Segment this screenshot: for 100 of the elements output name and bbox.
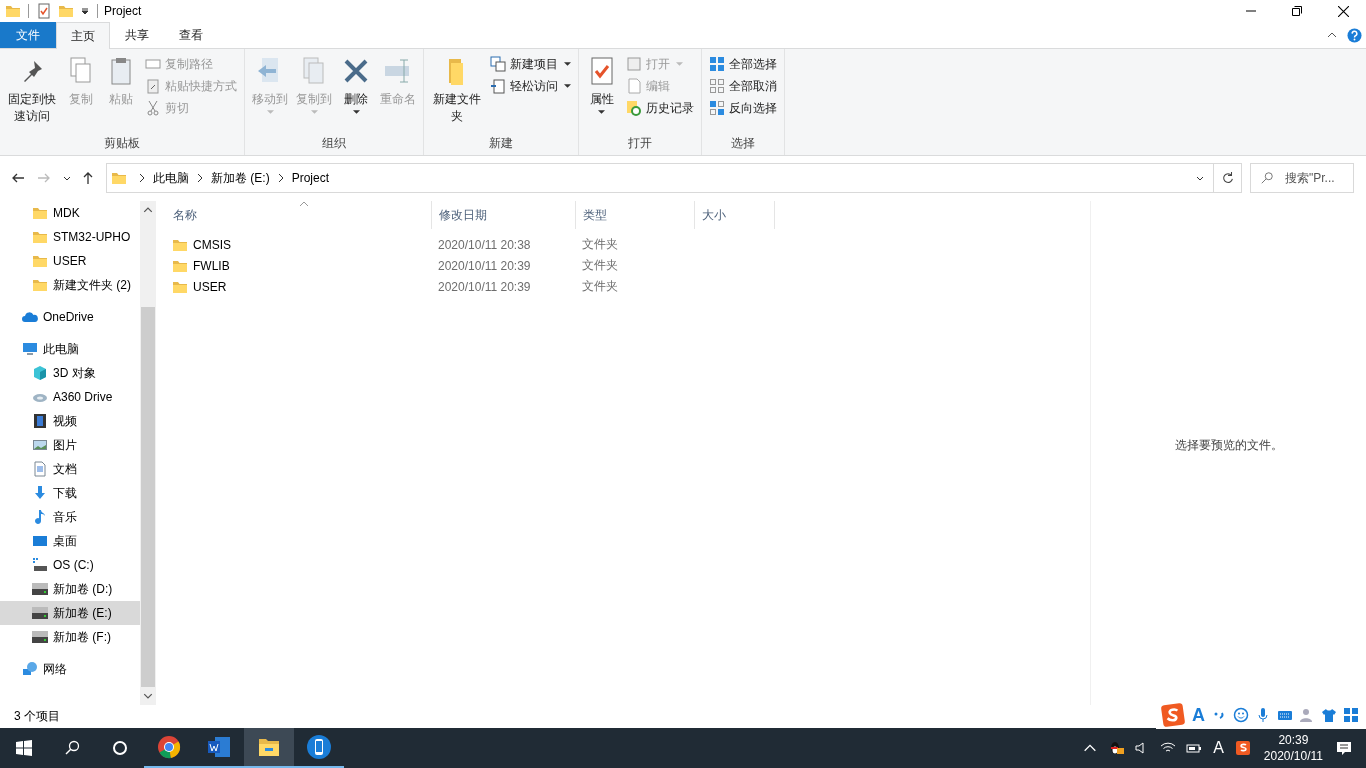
group-label: 打开 [627, 135, 652, 152]
ribbon-button[interactable]: 新建项目 [486, 53, 574, 75]
ribbon-button[interactable]: 删除 [337, 53, 376, 116]
ribbon-button[interactable]: 固定到快速访问 [4, 53, 61, 127]
properties-icon[interactable] [36, 3, 52, 19]
search-field[interactable]: 搜索"Pr... [1250, 163, 1354, 193]
monitor-icon [22, 341, 38, 357]
table-cell-text: 文件夹 [581, 278, 619, 295]
ribbon-tab[interactable]: 主页 [56, 22, 110, 49]
scrollbar[interactable] [140, 201, 156, 705]
nav-item[interactable]: OS (C:) [0, 553, 140, 577]
nav-item[interactable]: 3D 对象 [0, 361, 140, 385]
breadcrumb-item[interactable]: 新加卷 (E:) [211, 169, 270, 187]
dropdown-caret-icon [266, 110, 274, 114]
down-arrow-icon [32, 485, 48, 501]
document-app-icon [207, 735, 231, 759]
refresh-icon [1220, 171, 1235, 185]
ribbon-tab[interactable]: 文件 [0, 22, 56, 48]
nav-item[interactable]: 下载 [0, 481, 140, 505]
nav-item[interactable]: 网络 [0, 657, 140, 681]
close-icon [1337, 5, 1349, 17]
ribbon-button[interactable]: 属性 [582, 53, 621, 116]
refresh-button[interactable] [1214, 163, 1242, 193]
chevron-right-icon[interactable] [139, 173, 145, 183]
cloud-icon [22, 309, 38, 325]
nav-item[interactable]: USER [0, 249, 140, 273]
breadcrumb-item[interactable]: 此电脑 [153, 169, 189, 187]
notification-icon[interactable] [1336, 740, 1352, 756]
nav-item[interactable]: 视频 [0, 409, 140, 433]
new-item-icon [489, 56, 506, 72]
file-name[interactable]: CMSIS [193, 237, 231, 252]
folder-icon [32, 229, 48, 245]
smiley-icon[interactable] [1233, 707, 1249, 723]
chevron-right-icon[interactable] [197, 173, 203, 183]
ribbon-button[interactable]: 新建文件夹 [428, 53, 485, 127]
ribbon-tab[interactable]: 查看 [164, 22, 218, 48]
nav-item[interactable]: 图片 [0, 433, 140, 457]
breadcrumb-item[interactable]: Project [291, 171, 330, 185]
nav-item[interactable]: 新加卷 (F:) [0, 625, 140, 649]
dropdown-caret-icon [310, 110, 318, 114]
column-header[interactable]: 类型 [576, 201, 695, 229]
nav-item[interactable]: OneDrive [0, 305, 140, 329]
file-name[interactable]: FWLIB [193, 258, 230, 273]
ribbon-button[interactable]: 全部取消 [705, 75, 780, 97]
scroll-up-icon[interactable] [143, 205, 153, 215]
document-icon [32, 461, 48, 477]
group-label: 新建 [489, 135, 514, 152]
input-mode[interactable]: A [1213, 739, 1224, 757]
path-icon [145, 56, 162, 72]
s-logo-icon[interactable] [1234, 740, 1251, 756]
nav-item[interactable]: 新加卷 (D:) [0, 577, 140, 601]
nav-item[interactable]: MDK [0, 201, 140, 225]
drive-icon [32, 581, 48, 597]
dropdown-caret-icon [598, 110, 606, 114]
clock[interactable]: 20:39 2020/10/11 [1263, 732, 1323, 764]
table-cell-text: 2020/10/11 20:39 [437, 258, 532, 273]
taskbar-app[interactable] [244, 728, 294, 768]
address-bar[interactable]: 此电脑 新加卷 (E:) Project [106, 163, 1214, 193]
cube-icon [32, 365, 48, 381]
ribbon-button[interactable]: 轻松访问 [486, 75, 574, 97]
column-header[interactable]: 名称 [166, 201, 432, 229]
nav-item[interactable]: 桌面 [0, 529, 140, 553]
file-name[interactable]: USER [193, 279, 227, 294]
group-label: 剪贴板 [104, 135, 141, 152]
edit-icon [625, 78, 642, 94]
ribbon-button[interactable]: 全部选择 [705, 53, 780, 75]
nav-item[interactable]: 此电脑 [0, 337, 140, 361]
penguin-icon[interactable] [1108, 740, 1125, 756]
folder-icon [32, 205, 48, 221]
nav-item[interactable]: 音乐 [0, 505, 140, 529]
ribbon-button[interactable]: 反向选择 [705, 97, 780, 119]
input-mode[interactable]: A [1192, 704, 1205, 726]
folder-icon [32, 277, 48, 293]
browser-icon [157, 735, 181, 759]
grid-icon[interactable] [1343, 707, 1359, 723]
nav-item[interactable]: 文档 [0, 457, 140, 481]
help-icon[interactable] [1347, 27, 1362, 43]
column-header[interactable]: 大小 [695, 201, 775, 229]
scissors-icon [145, 100, 162, 116]
dropdown-icon[interactable] [80, 6, 90, 16]
dropdown-caret-icon [675, 62, 683, 66]
column-header[interactable]: 修改日期 [432, 201, 576, 229]
window-title: Project [104, 4, 142, 18]
ribbon-button[interactable]: 历史记录 [622, 97, 697, 119]
easy-access-icon [489, 78, 506, 94]
chevron-right-icon[interactable] [277, 173, 284, 183]
scroll-down-icon[interactable] [143, 691, 153, 701]
nav-item[interactable]: 新加卷 (E:) [0, 601, 140, 625]
collapse-caret-icon[interactable] [1327, 30, 1337, 40]
phone-icon [307, 735, 331, 759]
microphone-icon[interactable] [1255, 707, 1271, 723]
nav-item[interactable]: A360 Drive [0, 385, 140, 409]
nav-item[interactable]: 新建文件夹 (2) [0, 273, 140, 297]
search-icon [1260, 171, 1274, 185]
nav-item[interactable]: STM32-UPHO [0, 225, 140, 249]
image-icon [32, 437, 48, 453]
item-count: 3 个项目 [14, 708, 60, 725]
shirt-icon[interactable] [1321, 707, 1337, 723]
ribbon-tab[interactable]: 共享 [110, 22, 164, 48]
open-icon [625, 56, 642, 72]
